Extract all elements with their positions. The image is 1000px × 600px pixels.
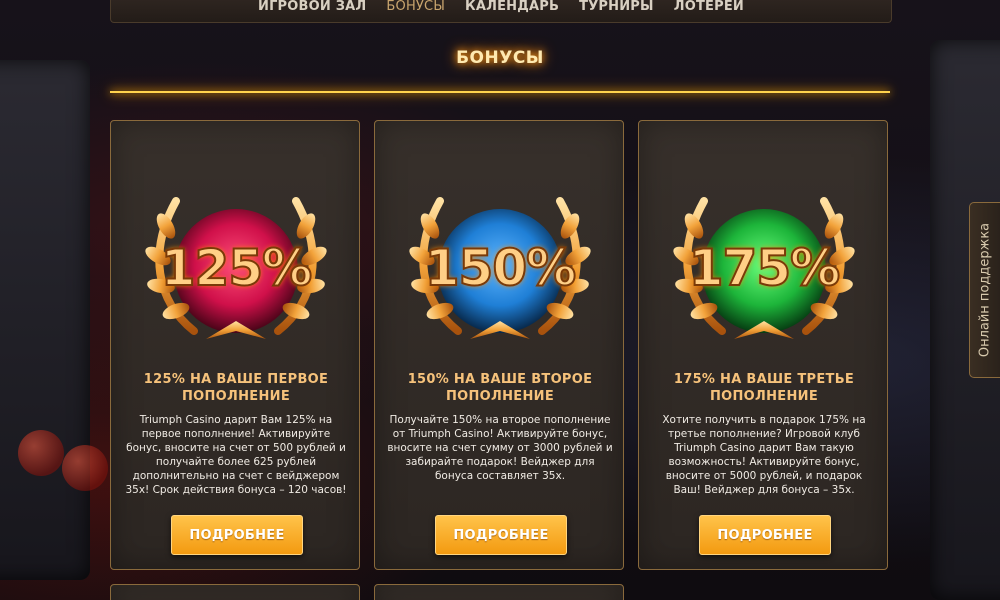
bonus-percent-label: 175% <box>688 238 841 298</box>
more-details-button[interactable]: ПОДРОБНЕЕ <box>435 515 567 555</box>
bonus-card-5 <box>374 584 624 600</box>
bonus-description: Хотите получить в подарок 175% на третье… <box>662 414 866 496</box>
bonus-title: 150% НА ВАШЕ ВТОРОЕ ПОПОЛНЕНИЕ <box>407 372 593 404</box>
nav-item-game-hall[interactable]: ИГРОВОЙ ЗАЛ <box>258 0 366 22</box>
bonus-badge-image: 125% <box>136 171 336 361</box>
top-navigation: ИГРОВОЙ ЗАЛ БОНУСЫ КАЛЕНДАРЬ ТУРНИРЫ ЛОТ… <box>110 0 892 23</box>
bonus-card-4 <box>110 584 360 600</box>
bonus-card-1: 125% 125% НА ВАШЕ ПЕРВОЕ ПОПОЛНЕНИЕ Triu… <box>110 120 360 570</box>
bonus-percent-label: 125% <box>160 238 313 298</box>
more-details-button[interactable]: ПОДРОБНЕЕ <box>699 515 831 555</box>
cherry-icon <box>62 445 108 491</box>
page-title: БОНУСЫ <box>456 48 544 68</box>
nav-item-bonuses[interactable]: БОНУСЫ <box>386 0 445 22</box>
online-support-tab[interactable]: Онлайн поддержка <box>969 202 1000 378</box>
bonus-badge-image: 175% <box>664 171 864 361</box>
bonus-description: Triumph Casino дарит Вам 125% на первое … <box>125 414 347 496</box>
bonus-title: 175% НА ВАШЕ ТРЕТЬЕ ПОПОЛНЕНИЕ <box>673 372 855 404</box>
nav-item-lotteries[interactable]: ЛОТЕРЕИ <box>674 0 744 22</box>
online-support-label: Онлайн поддержка <box>977 222 993 358</box>
nav-item-calendar[interactable]: КАЛЕНДАРЬ <box>465 0 559 22</box>
cherry-icon <box>18 430 64 476</box>
bonus-description: Получайте 150% на второе пополнение от T… <box>387 414 613 482</box>
title-divider <box>110 91 890 93</box>
bonus-card-2: 150% 150% НА ВАШЕ ВТОРОЕ ПОПОЛНЕНИЕ Полу… <box>374 120 624 570</box>
nav-item-tournaments[interactable]: ТУРНИРЫ <box>579 0 654 22</box>
slot-reel-decoration <box>0 60 90 580</box>
bonus-title: 125% НА ВАШЕ ПЕРВОЕ ПОПОЛНЕНИЕ <box>143 372 329 404</box>
bonus-percent-label: 150% <box>424 238 577 298</box>
more-details-button[interactable]: ПОДРОБНЕЕ <box>171 515 303 555</box>
bonus-card-3: 175% 175% НА ВАШЕ ТРЕТЬЕ ПОПОЛНЕНИЕ Хоти… <box>638 120 888 570</box>
bonus-badge-image: 150% <box>400 171 600 361</box>
